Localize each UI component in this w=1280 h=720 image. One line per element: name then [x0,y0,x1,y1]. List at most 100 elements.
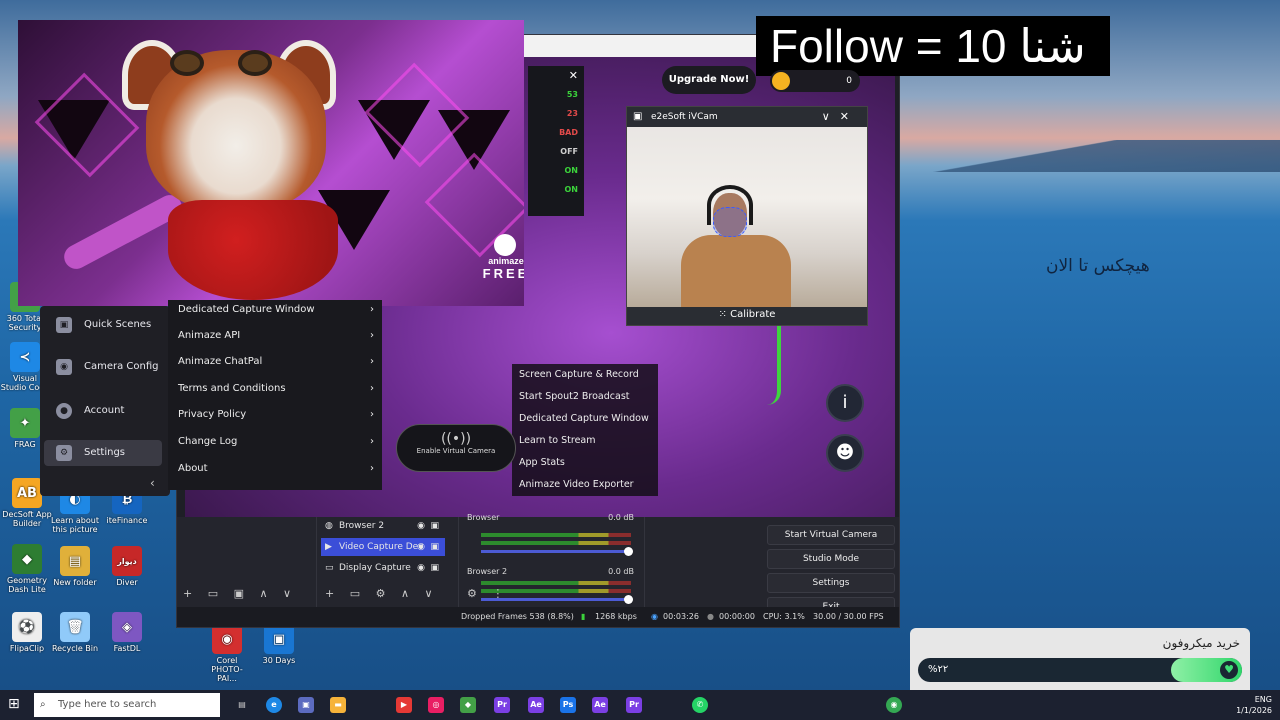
store-icon[interactable]: ▣ [298,697,314,713]
desktop-icon-diver[interactable]: دیوار Diver [102,546,152,587]
stat-value: OFF [560,147,578,156]
app-icon: ▣ [264,624,294,654]
dropdown-item-screen-capture[interactable]: Screen Capture & Record [519,369,639,380]
lock-icon[interactable]: ▣ [430,538,439,556]
enable-virtual-camera-button[interactable]: ((•)) Enable Virtual Camera [396,424,516,472]
windows-start-icon[interactable]: ⊞ [8,696,20,712]
taskbar-app[interactable]: Ps [560,697,576,713]
lock-icon[interactable]: ▣ [430,517,439,535]
file-explorer-icon[interactable]: ▬ [330,697,346,713]
app-icon: ≺ [10,342,40,372]
instagram-icon[interactable]: ◎ [428,697,444,713]
desktop-icon-recycle-bin[interactable]: 🗑 Recycle Bin [50,612,100,653]
mixer-toolbar[interactable]: ⚙ ⋮ [467,587,509,600]
eye-icon[interactable]: ◉ [417,538,425,556]
clock-date: 1/1/2026 [1236,706,1272,715]
source-name: Video Capture Dev [339,542,424,552]
desktop-icon-label: iteFinance [106,516,148,525]
fps: 30.00 / 30.00 FPS [813,612,884,621]
display-icon: ▭ [325,563,334,573]
ivcam-video-feed [627,127,867,307]
stat-value: BAD [559,128,578,137]
volume-meter [481,533,631,537]
face-tracking-mesh [713,207,747,237]
close-icon[interactable]: ✕ [528,66,578,85]
eye-icon[interactable]: ◉ [417,559,425,577]
submenu-item-changelog[interactable]: Change Log › [178,432,374,452]
start-virtual-camera-button[interactable]: Start Virtual Camera [767,525,895,545]
dropdown-item-learn-stream[interactable]: Learn to Stream [519,435,596,446]
taskbar-app[interactable]: Pr [494,697,510,713]
source-name: Display Capture [339,563,411,573]
broadcast-dropdown: Screen Capture & Record Start Spout2 Bro… [512,364,658,496]
volume-slider[interactable] [481,547,633,556]
chevron-right-icon: › [370,463,374,474]
dropdown-item-app-stats[interactable]: App Stats [519,457,565,468]
side-item-camera-config[interactable]: ◉ Camera Config [44,354,162,380]
taskbar-app[interactable]: Ae [592,697,608,713]
eye-icon[interactable]: ◉ [417,517,425,535]
chevron-right-icon: › [370,409,374,420]
side-item-settings[interactable]: ⚙ Settings [44,440,162,466]
submenu-item-chatpal[interactable]: Animaze ChatPal › [178,352,374,372]
heart-icon: ♥ [1220,661,1238,679]
source-row[interactable]: ◍ Browser 2 ◉ ▣ [321,517,445,535]
window-controls[interactable]: ∨✕ [822,107,859,127]
side-item-label: Account [84,405,125,416]
calibrate-button[interactable]: ⁙ Calibrate [627,305,867,325]
side-item-account[interactable]: ● Account [44,398,162,424]
submenu-item-animaze-api[interactable]: Animaze API › [178,326,374,346]
source-row-selected[interactable]: ▶ Video Capture Dev ◉ ▣ [321,538,445,556]
follow-banner: Follow = 10 شنا [756,16,1110,76]
youtube-icon[interactable]: ▶ [396,697,412,713]
desktop-widget-text: هیچکس تا الان [1046,256,1150,276]
coin-balance: 0 [770,70,860,92]
submenu-item-privacy[interactable]: Privacy Policy › [178,405,374,425]
whatsapp-icon[interactable]: ✆ [692,697,708,713]
source-row[interactable]: ▭ Display Capture ◉ ▣ [321,559,445,577]
signal-icon: ▮ [581,612,586,621]
desktop-icon-fastdl[interactable]: ◈ FastDL [102,612,152,653]
desktop-icon-label: FastDL [113,644,141,653]
dropdown-item-video-exporter[interactable]: Animaze Video Exporter [519,479,634,490]
edge-icon[interactable]: e [266,697,282,713]
dropdown-item-dedicated-capture[interactable]: Dedicated Capture Window [519,413,649,424]
chrome-icon[interactable]: ◉ [886,697,902,713]
chevron-left-icon[interactable]: ‹ [150,476,155,490]
coin-count: 0 [846,76,852,86]
settings-button[interactable]: Settings [767,573,895,593]
scenes-icon: ▣ [56,317,72,333]
submenu-item-about[interactable]: About › [178,459,374,479]
desktop-icon-new-folder[interactable]: ▤ New folder [50,546,100,587]
studio-mode-button[interactable]: Studio Mode [767,549,895,569]
scenes-toolbar[interactable]: + ▭ ▣ ∧ ∨ [183,587,297,600]
camera-icon: ▶ [325,542,332,552]
avatar-button[interactable]: ☻ [826,434,864,472]
taskbar-app[interactable]: Pr [626,697,642,713]
desktop-icon-flipaclip[interactable]: ⚽ FlipaClip [2,612,52,653]
desktop-icon-corel[interactable]: ◉ Corel PHOTO-PAI... [202,624,252,683]
desktop-icon-geometry-dash[interactable]: ◆ Geometry Dash Lite [2,544,52,594]
desktop-icon-30days[interactable]: ▣ 30 Days [254,624,304,665]
mixer-track-db: 0.0 dB [608,567,634,576]
submenu-item-terms[interactable]: Terms and Conditions › [178,379,374,399]
sources-toolbar[interactable]: + ▭ ⚙ ∧ ∨ [325,587,439,600]
system-tray[interactable]: ENG 1/1/2026 [1236,694,1272,716]
submenu-item-dedicated-capture[interactable]: Dedicated Capture Window › [178,300,374,320]
app-icon: ⚽ [12,612,42,642]
dropdown-item-spout2[interactable]: Start Spout2 Broadcast [519,391,630,402]
stat-value: ON [564,166,579,175]
robot-icon: ☻ [835,442,855,463]
task-view-icon[interactable]: ▤ [234,697,250,713]
broadcast-icon: ((•)) [440,431,472,447]
side-item-label: Quick Scenes [84,319,152,330]
record-icon: ● [707,612,714,621]
upgrade-button[interactable]: Upgrade Now! [662,66,756,94]
side-item-quick-scenes[interactable]: ▣ Quick Scenes [44,312,162,338]
lock-icon[interactable]: ▣ [430,559,439,577]
taskbar-app[interactable]: Ae [528,697,544,713]
taskbar-search-box[interactable]: ⌕ Type here to search [34,693,220,717]
info-button[interactable]: i [826,384,864,422]
stream-time: 00:03:26 [663,612,699,621]
app-icon[interactable]: ◆ [460,697,476,713]
